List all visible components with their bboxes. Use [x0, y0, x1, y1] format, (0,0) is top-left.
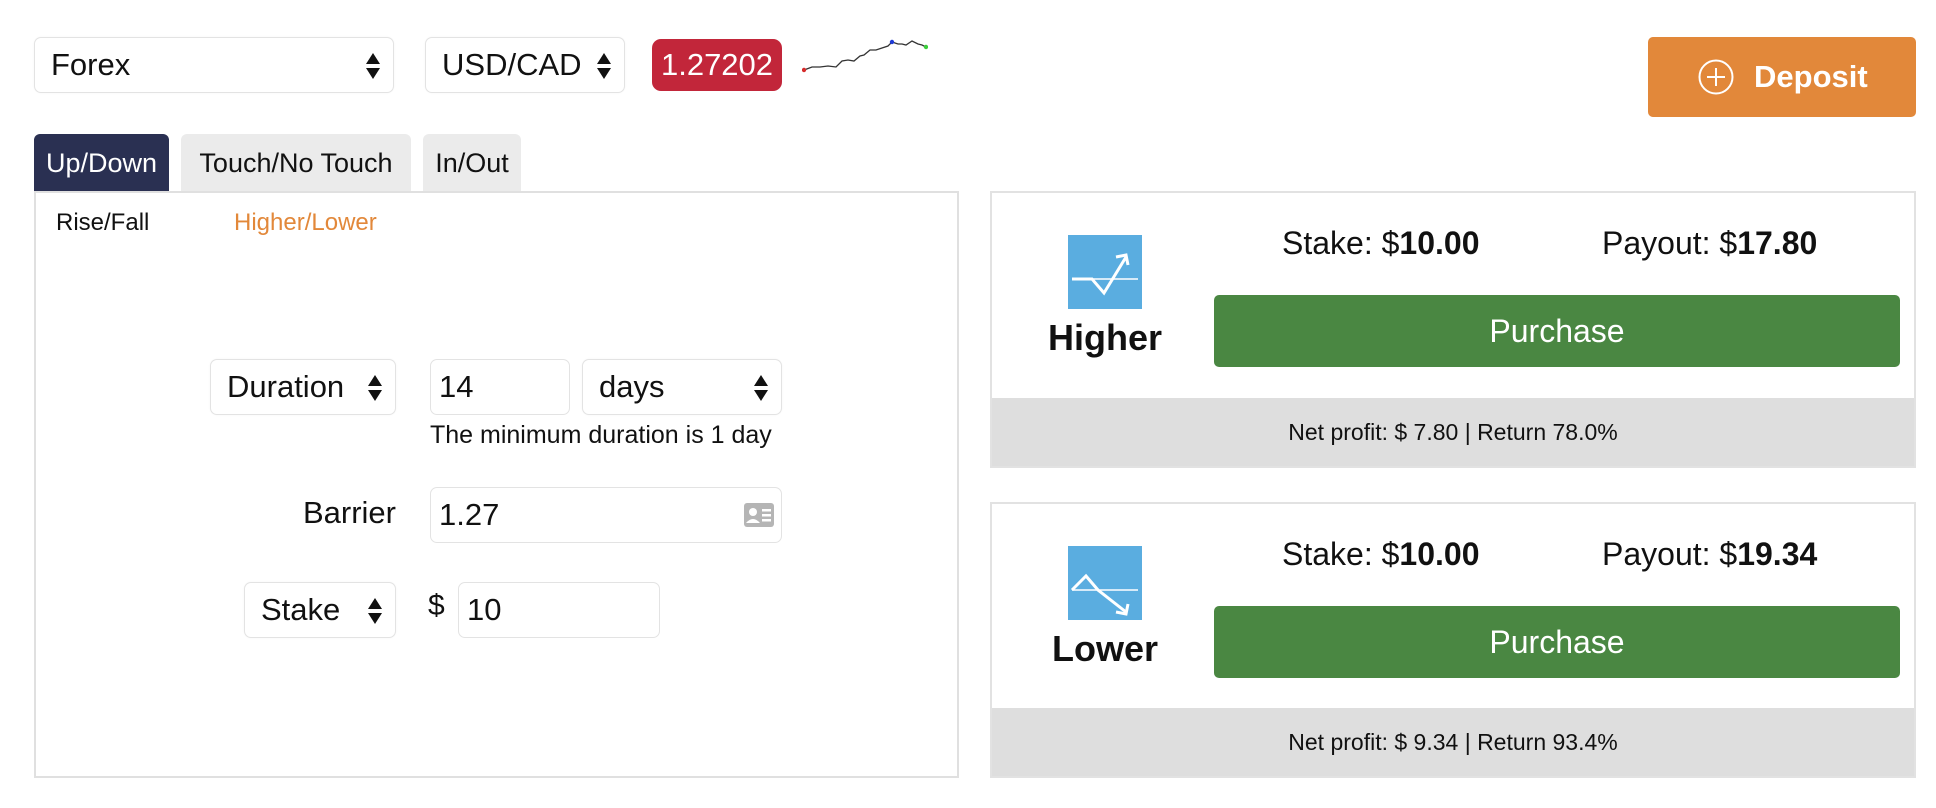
barrier-value: 1.27: [439, 497, 500, 532]
stake-summary: Stake: $10.00: [1282, 536, 1479, 573]
net-profit-info: Net profit: $ 7.80 | Return 78.0%: [992, 398, 1914, 466]
sort-arrows-icon: [368, 375, 382, 401]
duration-amount-input[interactable]: 14: [430, 359, 570, 415]
id-card-icon[interactable]: [743, 502, 775, 528]
payout-amount: 17.80: [1737, 225, 1818, 261]
tab-in-out[interactable]: In/Out: [423, 134, 521, 192]
barrier-label: Barrier: [302, 495, 396, 530]
sort-arrows-icon: [366, 53, 380, 79]
barrier-input[interactable]: 1.27: [430, 487, 782, 543]
stake-amount-input[interactable]: 10: [458, 582, 660, 638]
duration-unit-select[interactable]: days: [582, 359, 782, 415]
payout-currency: $: [1719, 225, 1738, 261]
stake-label: Stake:: [1282, 225, 1373, 261]
stake-amount: 10.00: [1399, 225, 1480, 261]
price-sparkline: [802, 39, 928, 73]
direction-label: Higher: [1047, 317, 1162, 358]
stake-type-select[interactable]: Stake: [244, 582, 396, 638]
net-profit-info: Net profit: $ 9.34 | Return 93.4%: [992, 708, 1914, 776]
trend-up-icon: [1068, 235, 1142, 309]
tab-label: In/Out: [435, 148, 509, 178]
stake-summary: Stake: $10.00: [1282, 225, 1479, 262]
stake-label: Stake:: [1282, 536, 1373, 572]
currency-symbol: $: [428, 589, 445, 622]
duration-hint: The minimum duration is 1 day: [430, 421, 772, 449]
payout-summary: Payout: $19.34: [1602, 536, 1817, 573]
tab-label: Touch/No Touch: [199, 148, 393, 178]
subtab-higher-lower[interactable]: Higher/Lower: [234, 209, 377, 237]
stake-currency: $: [1381, 225, 1400, 261]
sort-arrows-icon: [597, 53, 611, 79]
payout-currency: $: [1719, 536, 1738, 572]
symbol-select-value: USD/CAD: [442, 47, 582, 82]
tab-up-down[interactable]: Up/Down: [34, 134, 169, 192]
contract-card-higher: Higher Stake: $10.00 Payout: $17.80 Purc…: [990, 191, 1916, 468]
payout-label: Payout:: [1602, 536, 1711, 572]
direction-label: Lower: [1051, 628, 1158, 669]
duration-unit-value: days: [599, 369, 665, 404]
stake-type-value: Stake: [261, 592, 341, 627]
stake-currency: $: [1381, 536, 1400, 572]
payout-amount: 19.34: [1737, 536, 1818, 572]
purchase-higher-button[interactable]: Purchase: [1214, 295, 1900, 367]
sort-arrows-icon: [368, 598, 382, 624]
payout-summary: Payout: $17.80: [1602, 225, 1817, 262]
tab-touch-no-touch[interactable]: Touch/No Touch: [181, 134, 411, 192]
tab-label: Up/Down: [45, 148, 158, 178]
market-select[interactable]: Forex: [34, 37, 394, 93]
payout-label: Payout:: [1602, 225, 1711, 261]
stake-amount-value: 10: [467, 592, 502, 627]
subtab-rise-fall[interactable]: Rise/Fall: [56, 209, 149, 237]
contract-card-lower: Lower Stake: $10.00 Payout: $19.34 Purch…: [990, 502, 1916, 778]
trade-form-panel: Rise/Fall Higher/Lower Duration 14 days …: [34, 191, 959, 778]
purchase-lower-button[interactable]: Purchase: [1214, 606, 1900, 678]
plus-circle-icon: [1698, 59, 1734, 95]
trend-down-icon: [1068, 546, 1142, 620]
deposit-label: Deposit: [1754, 59, 1868, 94]
sort-arrows-icon: [754, 375, 768, 401]
deposit-button[interactable]: Deposit: [1648, 37, 1916, 117]
duration-amount-value: 14: [439, 369, 474, 404]
stake-amount: 10.00: [1399, 536, 1480, 572]
market-select-value: Forex: [51, 47, 131, 82]
duration-type-value: Duration: [227, 369, 345, 404]
spot-price-badge: 1.27202: [652, 39, 782, 91]
duration-type-select[interactable]: Duration: [210, 359, 396, 415]
symbol-select[interactable]: USD/CAD: [425, 37, 625, 93]
